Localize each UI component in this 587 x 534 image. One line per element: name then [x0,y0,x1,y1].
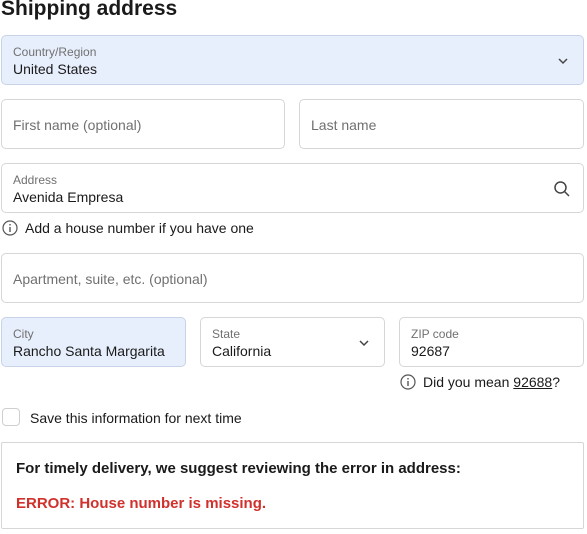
address-hint: Add a house number if you have one [2,220,254,236]
last-name-field[interactable]: Last name [299,99,584,149]
zip-field[interactable]: ZIP code 92687 [399,317,584,367]
address-label: Address [13,173,58,187]
zip-suggestion-link[interactable]: 92688 [513,374,552,390]
state-select[interactable]: State California [200,317,385,367]
country-label: Country/Region [13,45,97,59]
address-hint-text: Add a house number if you have one [25,220,254,236]
save-info-checkbox[interactable] [2,408,20,426]
zip-value: 92687 [411,343,450,359]
address-value: Avenida Empresa [13,189,124,205]
chevron-down-icon [558,58,568,65]
page-title: Shipping address [1,0,178,20]
country-value: United States [13,61,98,77]
zip-hint-prefix: Did you mean [423,374,514,390]
first-name-placeholder: First name (optional) [13,117,142,133]
state-label: State [212,327,241,341]
notice-title: For timely delivery, we suggest reviewin… [16,460,461,477]
apartment-field[interactable]: Apartment, suite, etc. (optional) [1,253,584,303]
address-field[interactable]: Address Avenida Empresa [1,163,584,213]
last-name-placeholder: Last name [311,117,377,133]
state-value: California [212,343,272,359]
city-label: City [13,327,34,341]
info-icon [2,220,18,236]
apartment-placeholder: Apartment, suite, etc. (optional) [13,271,208,287]
search-icon[interactable] [553,180,571,198]
city-field[interactable]: City Rancho Santa Margarita [1,317,186,367]
info-icon [400,374,416,390]
zip-hint: Did you mean 92688 ? [400,374,560,390]
city-value: Rancho Santa Margarita [13,343,165,359]
first-name-field[interactable]: First name (optional) [1,99,285,149]
chevron-down-icon [359,340,369,347]
notice-error: ERROR: House number is missing. [16,495,267,512]
country-select[interactable]: Country/Region United States [1,35,584,85]
zip-hint-suffix: ? [552,374,561,390]
zip-label: ZIP code [411,327,459,341]
save-info-label[interactable]: Save this information for next time [30,410,242,426]
address-error-notice: For timely delivery, we suggest reviewin… [1,442,584,529]
